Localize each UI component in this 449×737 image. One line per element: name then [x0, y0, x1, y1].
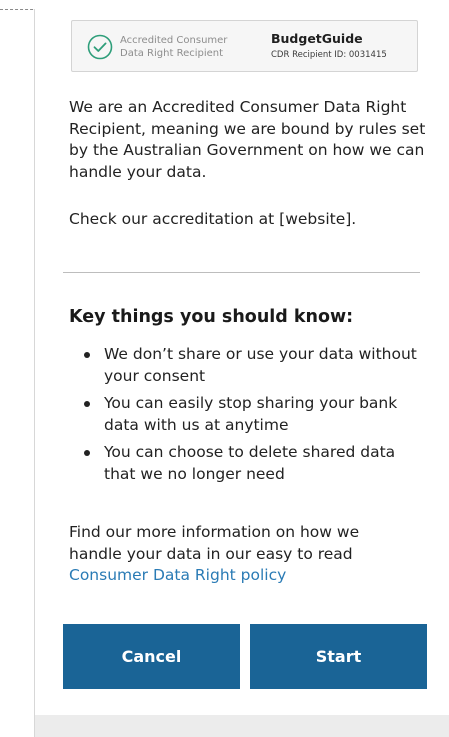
bottom-bar — [35, 715, 449, 737]
key-things-list: We don’t share or use your data without … — [69, 344, 429, 491]
bullet-icon — [84, 352, 90, 358]
cdr-recipient-id: CDR Recipient ID: 0031415 — [271, 50, 387, 60]
list-item: You can easily stop sharing your bank da… — [69, 393, 429, 436]
list-item: You can choose to delete shared data tha… — [69, 442, 429, 485]
list-item-text: You can easily stop sharing your bank da… — [104, 394, 398, 434]
recipient-info: BudgetGuide CDR Recipient ID: 0031415 — [271, 30, 387, 62]
list-item-text: You can choose to delete shared data tha… — [104, 443, 396, 483]
cancel-button[interactable]: Cancel — [63, 624, 240, 689]
accredited-label: Accredited Consumer Data Right Recipient — [120, 34, 227, 60]
section-divider — [63, 272, 420, 273]
more-info-text: Find our more information on how we hand… — [69, 522, 409, 587]
list-item-text: We don’t share or use your data without … — [104, 345, 417, 385]
accredited-label-line1: Accredited Consumer — [120, 35, 228, 46]
bullet-icon — [84, 401, 90, 407]
intro-text: We are an Accredited Consumer Data Right… — [69, 98, 426, 181]
accreditation-check-text: Check our accreditation at [website]. — [69, 210, 357, 228]
consent-panel: Accredited Consumer Data Right Recipient… — [34, 9, 449, 737]
key-things-title: Key things you should know: — [69, 307, 354, 327]
start-button[interactable]: Start — [250, 624, 427, 689]
screen: Accredited Consumer Data Right Recipient… — [0, 0, 449, 737]
list-item: We don’t share or use your data without … — [69, 344, 429, 387]
cdr-policy-link[interactable]: Consumer Data Right policy — [69, 566, 286, 584]
brand-name: BudgetGuide — [271, 31, 363, 46]
bullet-icon — [84, 450, 90, 456]
check-circle-icon — [87, 34, 113, 60]
more-info-body: Find our more information on how we hand… — [69, 523, 360, 563]
accredited-label-line2: Data Right Recipient — [120, 48, 224, 59]
accreditation-badge: Accredited Consumer Data Right Recipient… — [71, 20, 418, 72]
